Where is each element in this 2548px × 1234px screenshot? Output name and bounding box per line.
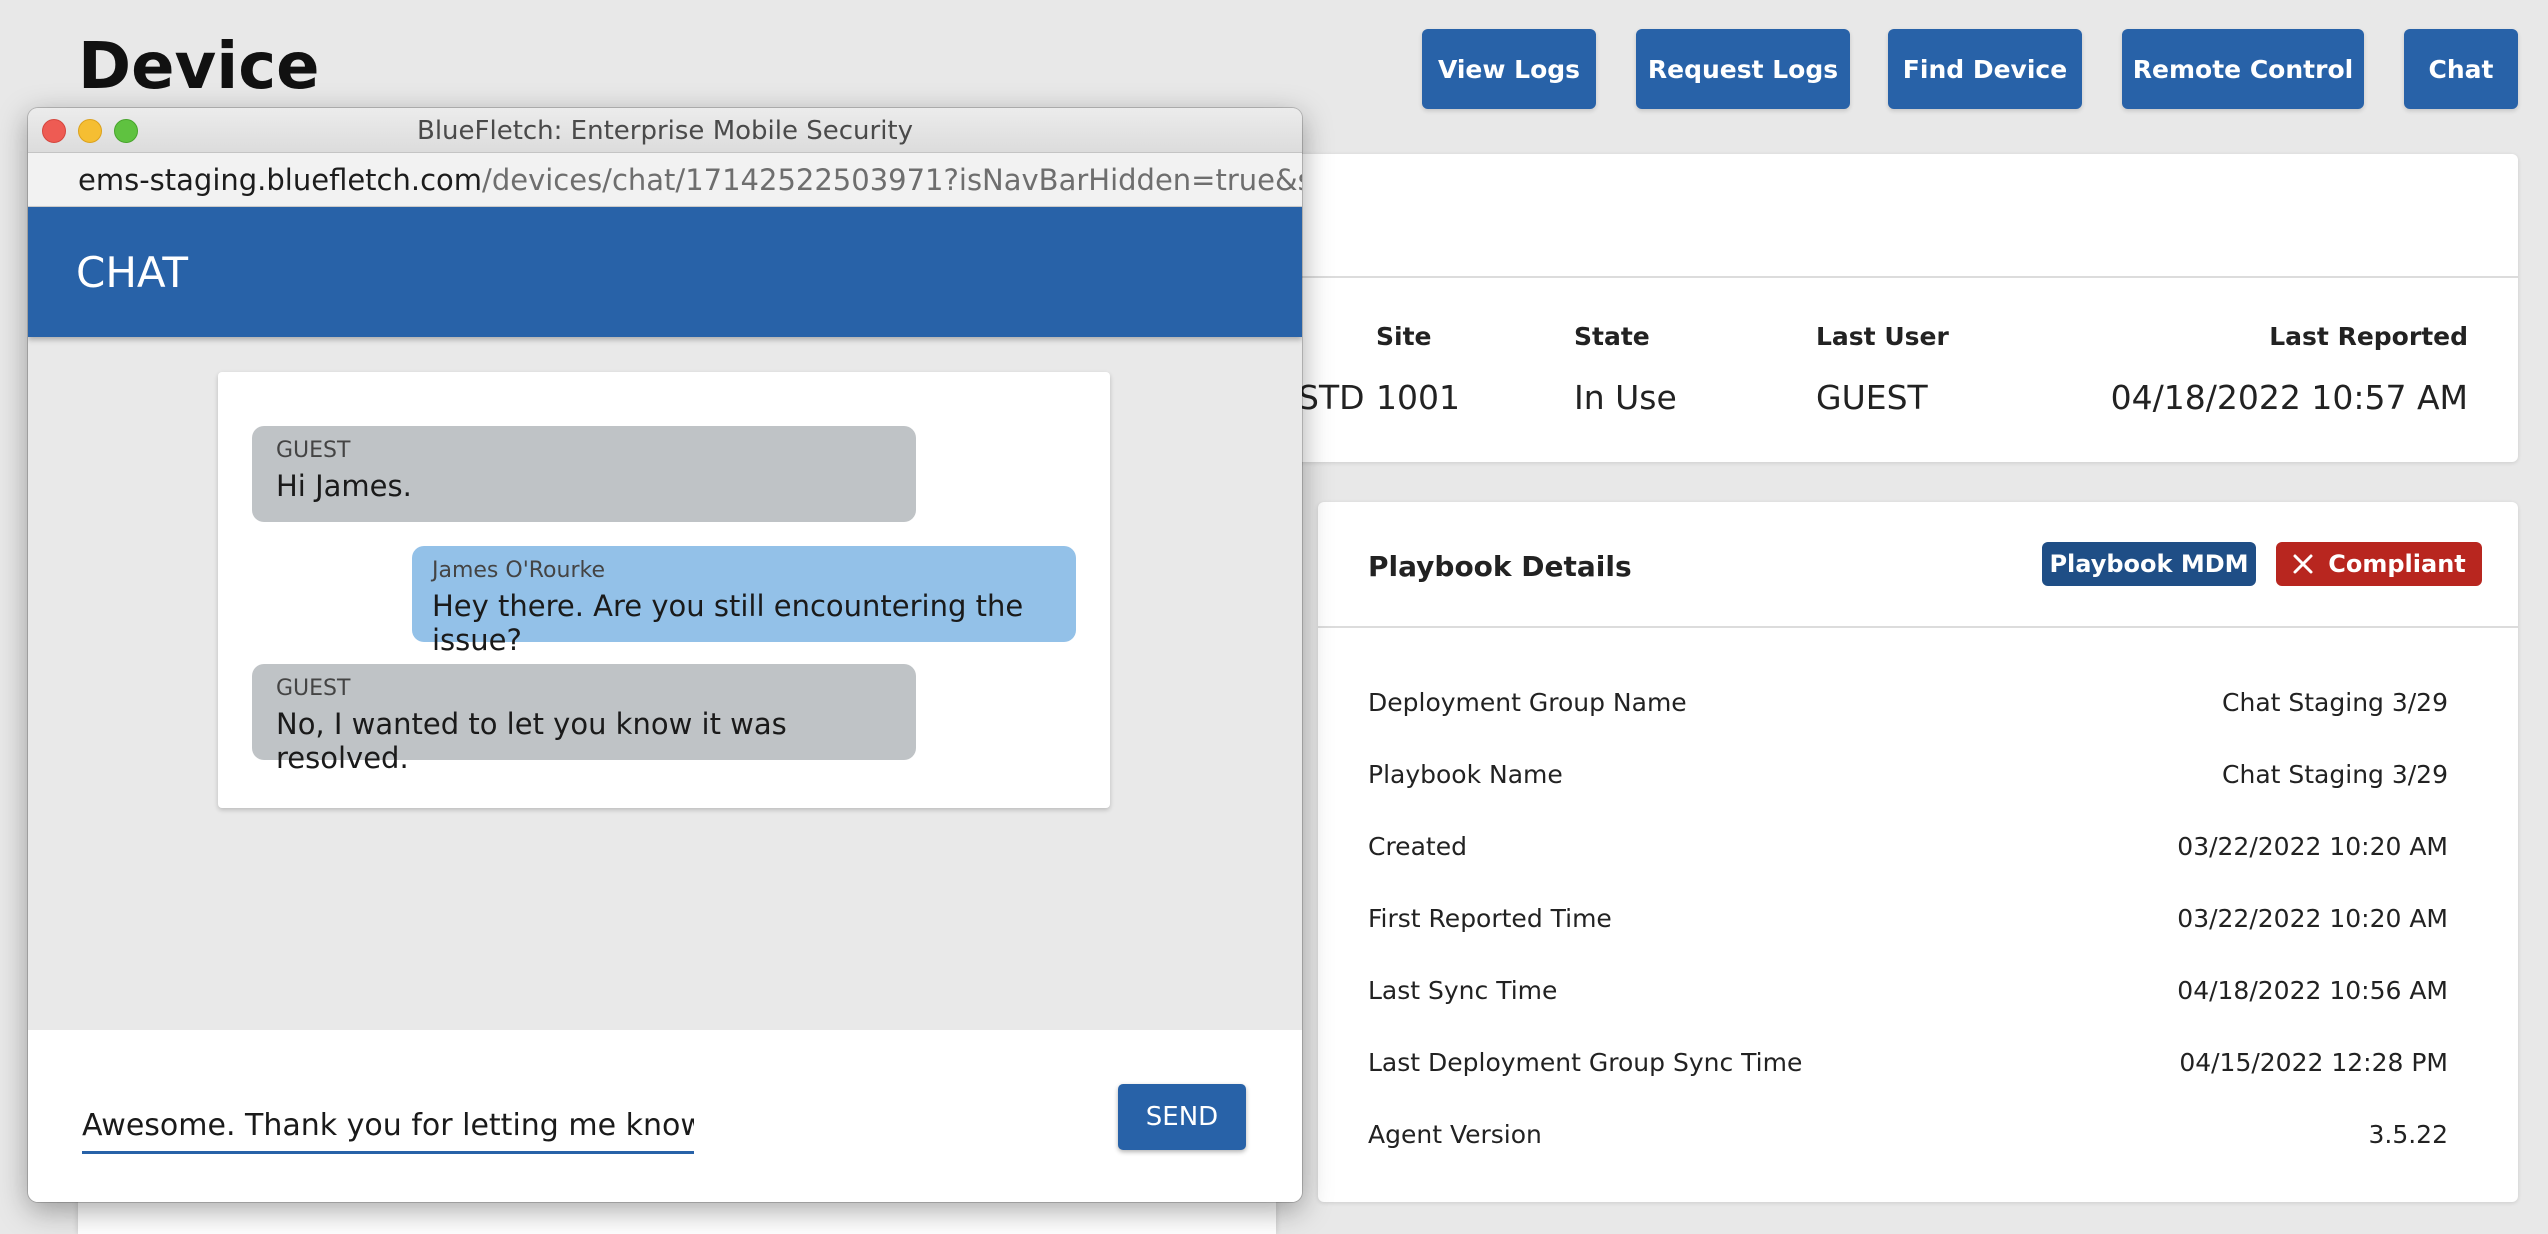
detail-value: 03/22/2022 10:20 AM (2177, 904, 2448, 933)
address-bar[interactable]: ems-staging.bluefletch.com/devices/chat/… (28, 153, 1302, 207)
find-device-button[interactable]: Find Device (1888, 29, 2082, 109)
window-title: BlueFletch: Enterprise Mobile Security (416, 116, 914, 146)
message-input[interactable] (82, 1100, 694, 1154)
messages-panel: GUEST Hi James. James O'Rourke Hey there… (218, 372, 1110, 808)
playbook-details-card: Playbook Details Playbook MDM Compliant … (1318, 502, 2518, 1202)
send-button[interactable]: SEND (1118, 1084, 1246, 1150)
remote-control-button[interactable]: Remote Control (2122, 29, 2364, 109)
detail-row: First Reported Time 03/22/2022 10:20 AM (1368, 904, 2448, 933)
message-sender: GUEST (276, 438, 351, 463)
state-value: In Use (1574, 378, 1677, 417)
detail-value: 04/18/2022 10:56 AM (2177, 976, 2448, 1005)
last-reported-label: Last Reported (2269, 322, 2468, 351)
message-composer: SEND (28, 1030, 1302, 1202)
view-logs-button[interactable]: View Logs (1422, 29, 1596, 109)
detail-label: Last Deployment Group Sync Time (1368, 1048, 1803, 1077)
detail-label: Deployment Group Name (1368, 688, 1687, 717)
detail-row: Last Sync Time 04/18/2022 10:56 AM (1368, 976, 2448, 1005)
message-bubble: GUEST Hi James. (252, 426, 916, 522)
detail-label: Created (1368, 832, 1467, 861)
compliance-status-label: Compliant (2328, 550, 2466, 578)
detail-value: 04/15/2022 12:28 PM (2179, 1048, 2448, 1077)
url-path: /devices/chat/17142522503971?isNavBarHid… (482, 162, 1302, 197)
playbook-details-title: Playbook Details (1368, 550, 1632, 583)
detail-value: 3.5.22 (2368, 1120, 2448, 1149)
compliance-status-badge: Compliant (2276, 542, 2482, 586)
message-text: Hey there. Are you still encountering th… (432, 589, 1024, 657)
detail-row: Deployment Group Name Chat Staging 3/29 (1368, 688, 2448, 717)
message-bubble: James O'Rourke Hey there. Are you still … (412, 546, 1076, 657)
detail-value: Chat Staging 3/29 (2222, 688, 2448, 717)
detail-row: Playbook Name Chat Staging 3/29 (1368, 760, 2448, 789)
detail-label: First Reported Time (1368, 904, 1612, 933)
detail-row: Agent Version 3.5.22 (1368, 1120, 2448, 1149)
message-text: No, I wanted to let you know it was reso… (276, 707, 787, 775)
underlying-panel-edge (78, 1200, 1276, 1234)
site-label: Site (1376, 322, 1432, 351)
last-user-value: GUEST (1816, 378, 1928, 417)
message-sender: James O'Rourke (432, 558, 605, 583)
last-user-label: Last User (1816, 322, 1949, 351)
state-label: State (1574, 322, 1650, 351)
detail-value: Chat Staging 3/29 (2222, 760, 2448, 789)
chat-button[interactable]: Chat (2404, 29, 2518, 109)
card-divider (1230, 276, 2518, 278)
card-divider (1318, 626, 2518, 628)
chat-header: CHAT (28, 207, 1302, 337)
site-value: 1001 (1376, 378, 1460, 417)
device-info-partial-value: STD (1298, 378, 1365, 417)
message-bubble: GUEST No, I wanted to let you know it wa… (252, 664, 916, 775)
detail-label: Playbook Name (1368, 760, 1563, 789)
detail-row: Last Deployment Group Sync Time 04/15/20… (1368, 1048, 2448, 1077)
close-icon (2293, 554, 2313, 574)
message-sender: GUEST (276, 676, 351, 701)
message-text: Hi James. (276, 469, 412, 503)
window-titlebar[interactable]: BlueFletch: Enterprise Mobile Security (28, 108, 1302, 153)
request-logs-button[interactable]: Request Logs (1636, 29, 1850, 109)
url-host: ems-staging.bluefletch.com (78, 162, 483, 197)
page-title: Device (78, 30, 320, 104)
playbook-type-badge: Playbook MDM (2042, 542, 2256, 586)
detail-row: Created 03/22/2022 10:20 AM (1368, 832, 2448, 861)
last-reported-value: 04/18/2022 10:57 AM (2110, 378, 2468, 417)
detail-label: Last Sync Time (1368, 976, 1558, 1005)
detail-value: 03/22/2022 10:20 AM (2177, 832, 2448, 861)
chat-browser-window: BlueFletch: Enterprise Mobile Security e… (28, 108, 1302, 1202)
detail-label: Agent Version (1368, 1120, 1542, 1149)
